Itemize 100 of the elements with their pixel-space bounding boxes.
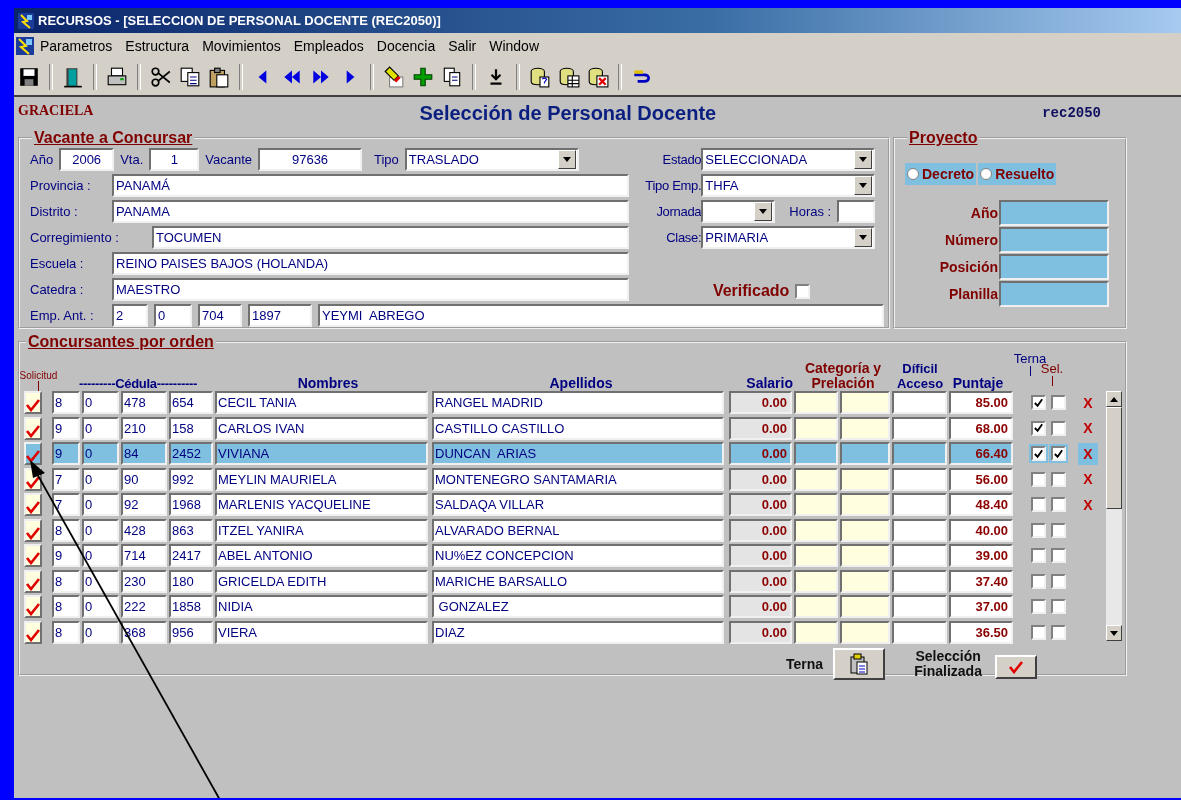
text-field[interactable]: YEYMI ABREGO [318,303,884,327]
table-cell[interactable]: 0 [82,416,119,440]
table-cell[interactable] [892,620,947,644]
table-cell[interactable] [840,467,890,491]
checkbox[interactable] [1031,497,1046,512]
table-cell[interactable]: 180 [169,569,213,593]
table-cell[interactable]: 8 [52,595,80,618]
table-cell[interactable]: 0 [82,569,119,593]
text-field[interactable]: 0 [154,303,192,327]
checkbox[interactable] [1051,599,1066,614]
text-field[interactable]: 704 [198,303,242,327]
checkbox-button[interactable] [24,544,42,567]
remove-link[interactable]: X [1078,417,1098,439]
dropdown[interactable] [701,199,776,223]
menu-item[interactable]: Docencia [370,38,443,54]
table-cell[interactable] [840,569,890,593]
table-cell[interactable]: 7 [52,467,80,491]
table-cell[interactable]: DUNCAN ARIAS [432,442,724,465]
table-cell[interactable]: 0 [82,544,119,567]
checkbox-button[interactable] [24,391,42,414]
table-cell[interactable]: 2452 [169,442,213,465]
table-cell[interactable]: RANGEL MADRID [432,391,724,414]
table-cell[interactable] [840,416,890,440]
radio-button[interactable]: Decreto [905,163,977,185]
checkbox[interactable] [1031,548,1046,563]
table-cell[interactable] [892,391,947,414]
table-cell[interactable]: 90 [121,467,167,491]
checkbox[interactable] [1051,395,1066,410]
text-field[interactable]: PANAMÁ [112,173,630,197]
table-cell[interactable] [892,569,947,593]
table-cell[interactable]: ALVARADO BERNAL [432,518,724,542]
table-cell[interactable]: 8 [52,518,80,542]
table-cell[interactable]: MONTENEGRO SANTAMARIA [432,467,724,491]
table-cell[interactable]: MARICHE BARSALLO [432,569,724,593]
text-field[interactable]: REINO PAISES BAJOS (HOLANDA) [112,251,630,275]
text-field[interactable]: TOCUMEN [152,225,630,249]
table-cell[interactable]: CARLOS IVAN [215,416,428,440]
table-cell[interactable] [794,442,838,465]
table-cell[interactable]: 714 [121,544,167,567]
checkbox[interactable] [1031,471,1046,487]
menu-item[interactable]: Movimientos [196,38,288,54]
table-cell[interactable]: 956 [169,620,213,644]
checkbox[interactable] [1031,395,1046,410]
table-cell[interactable]: DIAZ [432,620,724,644]
checkbox-button[interactable] [24,493,42,516]
table-cell[interactable] [892,595,947,618]
table-cell[interactable]: 84 [121,442,167,465]
table-cell[interactable]: 92 [121,493,167,516]
menu-item[interactable]: Salir [442,38,484,54]
text-field[interactable] [837,199,876,223]
text-field[interactable] [999,280,1109,307]
menu-item[interactable]: Parametros [34,38,120,54]
table-cell[interactable]: 1858 [169,595,213,618]
table-cell[interactable] [840,518,890,542]
table-cell[interactable]: GONZALEZ [432,595,724,618]
checkbox[interactable] [1051,548,1066,563]
check-icon[interactable] [995,654,1038,679]
table-cell[interactable] [892,467,947,491]
table-cell[interactable]: 0 [82,620,119,644]
table-cell[interactable] [794,391,838,414]
checkbox[interactable] [1031,420,1046,436]
table-cell[interactable]: 0 [82,518,119,542]
table-cell[interactable]: NIDIA [215,595,428,618]
checkbox[interactable] [1031,624,1046,640]
table-cell[interactable] [794,569,838,593]
dropdown[interactable]: TRASLADO [404,147,579,171]
table-cell[interactable]: CASTILLO CASTILLO [432,416,724,440]
table-cell[interactable]: 0 [82,595,119,618]
table-cell[interactable]: 428 [121,518,167,542]
table-cell[interactable] [892,544,947,567]
table-cell[interactable]: 0 [82,467,119,491]
table-cell[interactable] [840,620,890,644]
text-field[interactable]: PANAMA [112,199,630,223]
table-cell[interactable] [840,544,890,567]
app-icon[interactable] [16,37,34,55]
table-cell[interactable] [840,493,890,516]
menu-item[interactable]: Estructura [119,38,197,54]
text-field[interactable]: 1897 [248,303,312,327]
table-cell[interactable]: NU%EZ CONCEPCION [432,544,724,567]
table-cell[interactable] [892,416,947,440]
table-cell[interactable]: 8 [52,569,80,593]
table-cell[interactable]: 2417 [169,544,213,567]
checkbox[interactable] [1031,522,1046,538]
checkbox[interactable] [1031,446,1046,461]
dropdown[interactable]: THFA [701,173,876,197]
text-field[interactable] [999,199,1109,226]
table-cell[interactable] [840,391,890,414]
table-cell[interactable]: 7 [52,493,80,516]
table-cell[interactable]: 0 [82,391,119,414]
table-cell[interactable]: 654 [169,391,213,414]
table-cell[interactable] [794,493,838,516]
table-cell[interactable] [794,595,838,618]
table-cell[interactable]: 158 [169,416,213,440]
text-field[interactable]: MAESTRO [112,277,630,301]
remove-link[interactable]: X [1078,391,1098,414]
table-cell[interactable] [794,544,838,567]
table-cell[interactable]: 9 [52,442,80,465]
checkbox[interactable] [1051,497,1066,512]
checkbox[interactable] [1051,573,1066,589]
checkbox[interactable] [1051,624,1066,640]
